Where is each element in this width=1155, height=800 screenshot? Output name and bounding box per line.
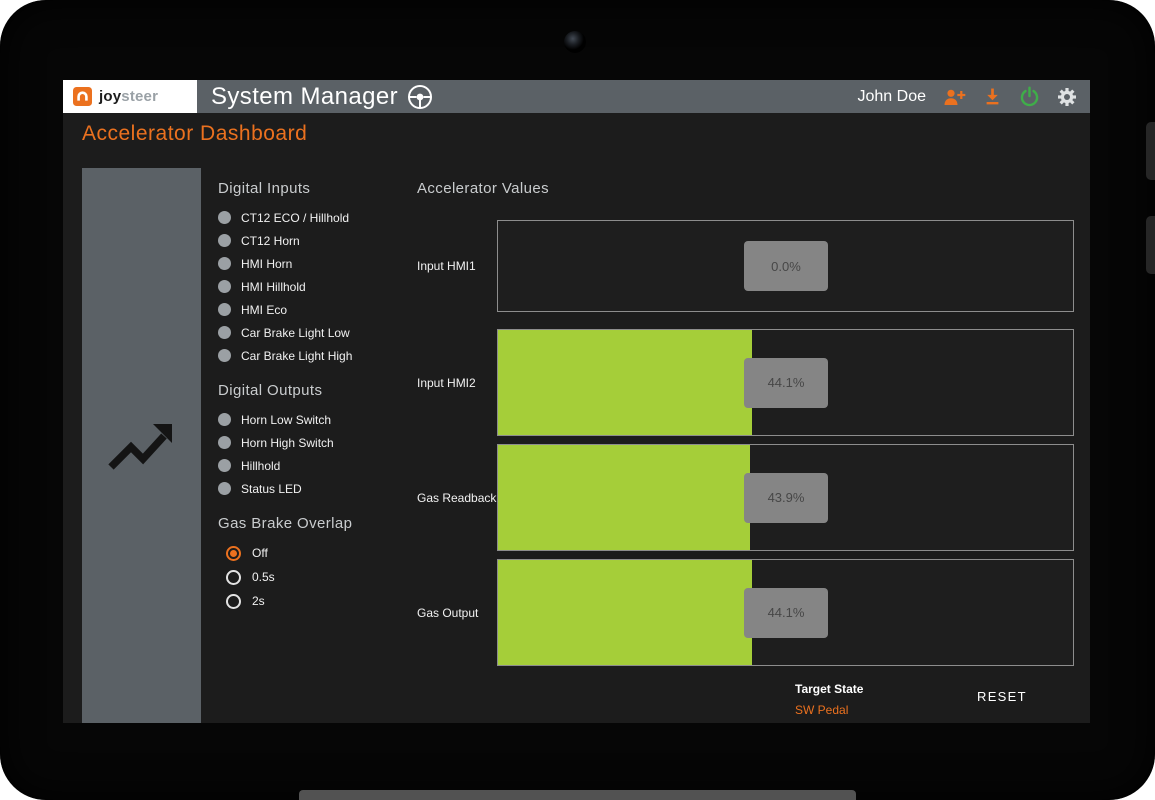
tablet-frame: joysteer System Manager John Doe [0, 0, 1155, 800]
led-indicator-icon [218, 211, 231, 224]
reset-button[interactable]: RESET [963, 680, 1041, 713]
digital-input-label: HMI Hillhold [241, 280, 306, 294]
digital-output-label: Horn High Switch [241, 436, 334, 450]
digital-input-label: Car Brake Light Low [241, 326, 350, 340]
digital-input-label: CT12 Horn [241, 234, 300, 248]
digital-input-item: CT12 Horn [218, 229, 418, 252]
digital-input-label: HMI Eco [241, 303, 287, 317]
target-state: Target State SW Pedal [795, 682, 863, 717]
steering-wheel-icon [407, 84, 433, 110]
radio-icon [226, 546, 241, 561]
digital-output-label: Horn Low Switch [241, 413, 331, 427]
front-camera-icon [564, 31, 586, 53]
digital-input-label: HMI Horn [241, 257, 292, 271]
app-screen: joysteer System Manager John Doe [63, 80, 1090, 723]
radio-icon [226, 594, 241, 609]
digital-input-item: HMI Hillhold [218, 275, 418, 298]
gauge-track: 44.1% [497, 329, 1074, 436]
radio-label: Off [252, 546, 268, 560]
download-icon[interactable] [983, 87, 1002, 106]
brand-logo: joysteer [63, 80, 197, 113]
target-state-label: Target State [795, 682, 863, 696]
digital-input-item: CT12 ECO / Hillhold [218, 206, 418, 229]
app-title: System Manager [211, 83, 398, 111]
overlap-option-05s[interactable]: 0.5s [226, 565, 418, 589]
gauge-track: 44.1% [497, 559, 1074, 666]
app-bar-actions: John Doe [858, 86, 1091, 107]
digital-input-label: CT12 ECO / Hillhold [241, 211, 349, 225]
radio-label: 2s [252, 594, 265, 608]
led-indicator-icon [218, 326, 231, 339]
digital-output-item: Horn High Switch [218, 431, 418, 454]
led-indicator-icon [218, 234, 231, 247]
digital-output-item: Status LED [218, 477, 418, 500]
led-indicator-icon [218, 436, 231, 449]
led-indicator-icon [218, 482, 231, 495]
gauge-label: Input HMI1 [417, 259, 497, 273]
digital-input-item: HMI Eco [218, 298, 418, 321]
digital-input-item: Car Brake Light High [218, 344, 418, 367]
joysteer-logo-icon [73, 87, 92, 106]
digital-input-item: HMI Horn [218, 252, 418, 275]
digital-output-label: Status LED [241, 482, 302, 496]
page-title: Accelerator Dashboard [82, 122, 307, 146]
gauge-row-input-hmi2: Input HMI2 44.1% [417, 329, 1074, 436]
brand-joy: joy [99, 88, 121, 105]
gauge-value: 44.1% [744, 588, 828, 638]
gauge-label: Gas Output [417, 606, 497, 620]
gauge-label: Input HMI2 [417, 376, 497, 390]
led-indicator-icon [218, 459, 231, 472]
radio-icon [226, 570, 241, 585]
accelerator-values-panel: Accelerator Values Input HMI1 0.0% Input… [417, 180, 1074, 723]
overlap-option-2s[interactable]: 2s [226, 589, 418, 613]
radio-label: 0.5s [252, 570, 275, 584]
digital-output-item: Hillhold [218, 454, 418, 477]
side-button [1146, 122, 1155, 180]
gauge-track: 0.0% [497, 220, 1074, 312]
digital-output-label: Hillhold [241, 459, 280, 473]
gauge-fill [498, 445, 750, 550]
led-indicator-icon [218, 303, 231, 316]
controls-panel: Digital Inputs CT12 ECO / Hillhold CT12 … [218, 180, 418, 613]
app-bar: joysteer System Manager John Doe [63, 80, 1090, 113]
accelerator-values-title: Accelerator Values [417, 180, 1074, 197]
gas-brake-overlap-options: Off 0.5s 2s [218, 541, 418, 613]
digital-input-item: Car Brake Light Low [218, 321, 418, 344]
side-button [1146, 216, 1155, 274]
gauge-value: 43.9% [744, 473, 828, 523]
trend-chart-icon[interactable] [106, 416, 178, 476]
power-icon[interactable] [1019, 86, 1040, 107]
values-footer: Target State SW Pedal RESET [417, 680, 1074, 723]
digital-inputs-title: Digital Inputs [218, 180, 418, 197]
tablet-bottom-edge [299, 790, 856, 800]
digital-output-item: Horn Low Switch [218, 408, 418, 431]
gauge-row-gas-readback: Gas Readback 43.9% [417, 444, 1074, 551]
gauge-row-input-hmi1: Input HMI1 0.0% [417, 220, 1074, 312]
sidebar-nav [82, 168, 201, 723]
gauge-row-gas-output: Gas Output 44.1% [417, 559, 1074, 666]
led-indicator-icon [218, 257, 231, 270]
brand-wordmark: joysteer [99, 88, 158, 105]
digital-outputs-title: Digital Outputs [218, 382, 418, 399]
user-name: John Doe [858, 88, 927, 106]
led-indicator-icon [218, 280, 231, 293]
gauge-fill [498, 330, 752, 435]
gauge-value: 44.1% [744, 358, 828, 408]
gauge-label: Gas Readback [417, 491, 497, 505]
brand-steer: steer [121, 88, 158, 105]
gear-icon[interactable] [1057, 87, 1077, 107]
gauge-track: 43.9% [497, 444, 1074, 551]
overlap-option-off[interactable]: Off [226, 541, 418, 565]
digital-input-label: Car Brake Light High [241, 349, 352, 363]
gas-brake-overlap-title: Gas Brake Overlap [218, 515, 418, 532]
user-add-icon[interactable] [943, 88, 966, 106]
target-state-value: SW Pedal [795, 703, 863, 717]
gauge-fill [498, 560, 752, 665]
gauge-value: 0.0% [744, 241, 828, 291]
led-indicator-icon [218, 349, 231, 362]
led-indicator-icon [218, 413, 231, 426]
